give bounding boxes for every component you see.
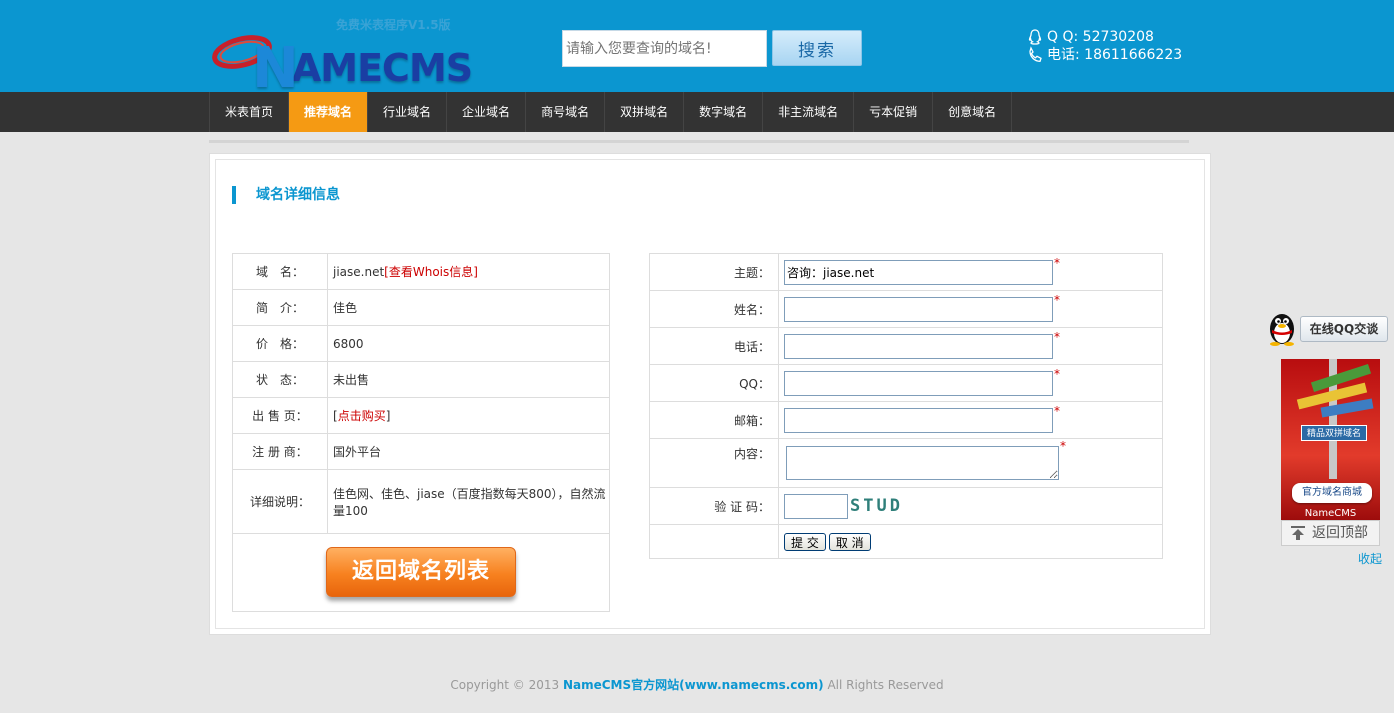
- info-row: 出 售 页： [点击购买]: [232, 397, 610, 434]
- copyright-suffix: All Rights Reserved: [823, 678, 944, 692]
- main-panel: 域名详细信息 域 名： jiase.net[查看Whois信息] 简 介： 佳色价 格…: [209, 153, 1211, 635]
- content-textarea[interactable]: [786, 446, 1059, 480]
- qq-chat-button[interactable]: 在线QQ交谈: [1262, 308, 1388, 346]
- info-label: 状 态：: [232, 361, 328, 398]
- info-value: 国外平台: [333, 445, 382, 459]
- info-row: 简 介： 佳色: [232, 289, 610, 326]
- main-nav: 米表首页 推荐域名 行业域名 企业域名 商号域名 双拼域名 数字域名 非主流域名 亏本促销 创意域…: [0, 92, 1394, 132]
- info-label: 域 名：: [232, 253, 328, 290]
- info-label: 详细说明：: [232, 469, 328, 534]
- section-title: 域名详细信息: [232, 186, 340, 204]
- nav-list: 米表首页 推荐域名 行业域名 企业域名 商号域名 双拼域名 数字域名 非主流域名 亏本促销 创意域…: [209, 92, 1013, 132]
- domain-info-table: 域 名： jiase.net[查看Whois信息] 简 介： 佳色价 格： 6800 状 …: [232, 253, 610, 612]
- up-arrow-icon: [1291, 526, 1305, 540]
- whois-link[interactable]: [查看Whois信息]: [384, 265, 478, 279]
- footer: Copyright © 2013 NameCMS官方网站(www.namecms…: [0, 676, 1394, 693]
- buy-link[interactable]: 点击购买: [338, 409, 386, 423]
- nav-item-1[interactable]: 推荐域名: [289, 92, 369, 132]
- name-label: 姓名：: [649, 290, 779, 328]
- empty-cell: [649, 524, 779, 559]
- phone-number: 电话: 18611666223: [1047, 47, 1183, 63]
- required-mark: *: [1054, 403, 1060, 418]
- site-logo[interactable]: 免费米表程序V1.5版 NAMECMS: [212, 14, 473, 101]
- logo-wordmark: NAMECMS: [252, 36, 473, 101]
- content-label: 内容：: [649, 438, 779, 488]
- qq-number: Q Q: 52730208: [1047, 29, 1154, 45]
- submit-button[interactable]: 提 交: [784, 532, 826, 551]
- name-field[interactable]: [784, 296, 1053, 322]
- info-value: 未出售: [333, 373, 370, 387]
- phone-icon: [1029, 46, 1042, 62]
- phone-label: 电话：: [649, 327, 779, 365]
- nav-item-8[interactable]: 亏本促销: [854, 92, 934, 132]
- ad-brand: NameCMS: [1304, 508, 1357, 519]
- cancel-button[interactable]: 取 消: [828, 532, 871, 551]
- info-value: 佳色: [333, 301, 358, 315]
- collapse-link[interactable]: 收起: [1358, 550, 1382, 567]
- panel-inner: 域名详细信息 域 名： jiase.net[查看Whois信息] 简 介： 佳色价 格…: [215, 159, 1205, 629]
- info-value-cell: [点击购买]: [327, 397, 610, 434]
- info-value: 6800: [333, 336, 364, 351]
- back-to-top-label: 返回顶部: [1312, 525, 1368, 541]
- nav-item-4[interactable]: 商号域名: [526, 92, 606, 132]
- ad-sign-label: 精品双拼域名: [1301, 425, 1367, 441]
- penguin-icon: [1270, 314, 1294, 346]
- required-mark: *: [1054, 366, 1060, 381]
- info-value: jiase.net: [333, 265, 385, 279]
- required-mark: *: [1054, 329, 1060, 344]
- info-label: 价 格：: [232, 325, 328, 362]
- phone-field[interactable]: [784, 333, 1053, 359]
- inquiry-form: 主题： * 姓名： * 电话： * QQ： * 邮箱： * 内容： *: [649, 253, 1163, 559]
- domain-mall-ad[interactable]: 精品双拼域名 官方域名商城 NameCMS: [1281, 359, 1380, 520]
- qq-chat-label: 在线QQ交谈: [1300, 316, 1388, 342]
- nav-item-6[interactable]: 数字域名: [684, 92, 764, 132]
- domain-search-input[interactable]: [562, 30, 767, 67]
- info-value-cell: 佳色: [327, 289, 610, 326]
- search-button[interactable]: 搜索: [772, 30, 862, 66]
- divider: [209, 140, 1189, 143]
- header: 免费米表程序V1.5版 NAMECMS 搜索 Q Q: 52730208 电话:…: [0, 0, 1394, 101]
- info-row: 详细说明： 佳色网、佳色、jiase（百度指数每天800），自然流量100: [232, 469, 610, 534]
- contact-info: Q Q: 52730208 电话: 18611666223: [1026, 28, 1182, 64]
- back-button-cell: 返回域名列表: [232, 533, 610, 612]
- info-row: 域 名： jiase.net[查看Whois信息]: [232, 253, 610, 290]
- captcha-label: 验 证 码：: [649, 487, 779, 525]
- nav-item-9[interactable]: 创意域名: [933, 92, 1013, 132]
- nav-item-0[interactable]: 米表首页: [210, 92, 290, 132]
- info-value-cell: jiase.net[查看Whois信息]: [327, 253, 610, 290]
- info-value-cell: 6800: [327, 325, 610, 362]
- info-value-cell: 国外平台: [327, 433, 610, 470]
- email-label: 邮箱：: [649, 401, 779, 439]
- captcha-field[interactable]: [784, 493, 848, 519]
- info-value-cell: 未出售: [327, 361, 610, 398]
- qq-label: QQ：: [649, 364, 779, 402]
- ad-mall-button[interactable]: 官方域名商城: [1292, 483, 1372, 503]
- info-label: 注 册 商：: [232, 433, 328, 470]
- info-value-cell: 佳色网、佳色、jiase（百度指数每天800），自然流量100: [327, 469, 610, 534]
- info-row: 状 态： 未出售: [232, 361, 610, 398]
- nav-item-2[interactable]: 行业域名: [368, 92, 448, 132]
- footer-site-link[interactable]: NameCMS官方网站(www.namecms.com): [563, 678, 824, 692]
- subject-field[interactable]: [784, 259, 1053, 285]
- info-row: 注 册 商： 国外平台: [232, 433, 610, 470]
- qq-icon: [1028, 29, 1042, 45]
- required-mark: *: [1054, 292, 1060, 307]
- qq-field[interactable]: [784, 370, 1053, 396]
- subject-label: 主题：: [649, 253, 779, 291]
- required-mark: *: [1054, 255, 1060, 270]
- nav-item-7[interactable]: 非主流域名: [763, 92, 855, 132]
- nav-item-3[interactable]: 企业域名: [447, 92, 527, 132]
- info-value: 佳色网、佳色、jiase（百度指数每天800），自然流量100: [333, 486, 606, 518]
- info-label: 出 售 页：: [232, 397, 328, 434]
- required-mark: *: [1060, 439, 1066, 453]
- captcha-image[interactable]: STUD: [850, 496, 903, 516]
- info-label: 简 介：: [232, 289, 328, 326]
- copyright-prefix: Copyright © 2013: [450, 678, 563, 692]
- email-field[interactable]: [784, 407, 1053, 433]
- nav-item-5[interactable]: 双拼域名: [605, 92, 685, 132]
- back-to-top-button[interactable]: 返回顶部: [1281, 520, 1380, 546]
- back-to-list-button[interactable]: 返回域名列表: [326, 547, 516, 597]
- info-row: 价 格： 6800: [232, 325, 610, 362]
